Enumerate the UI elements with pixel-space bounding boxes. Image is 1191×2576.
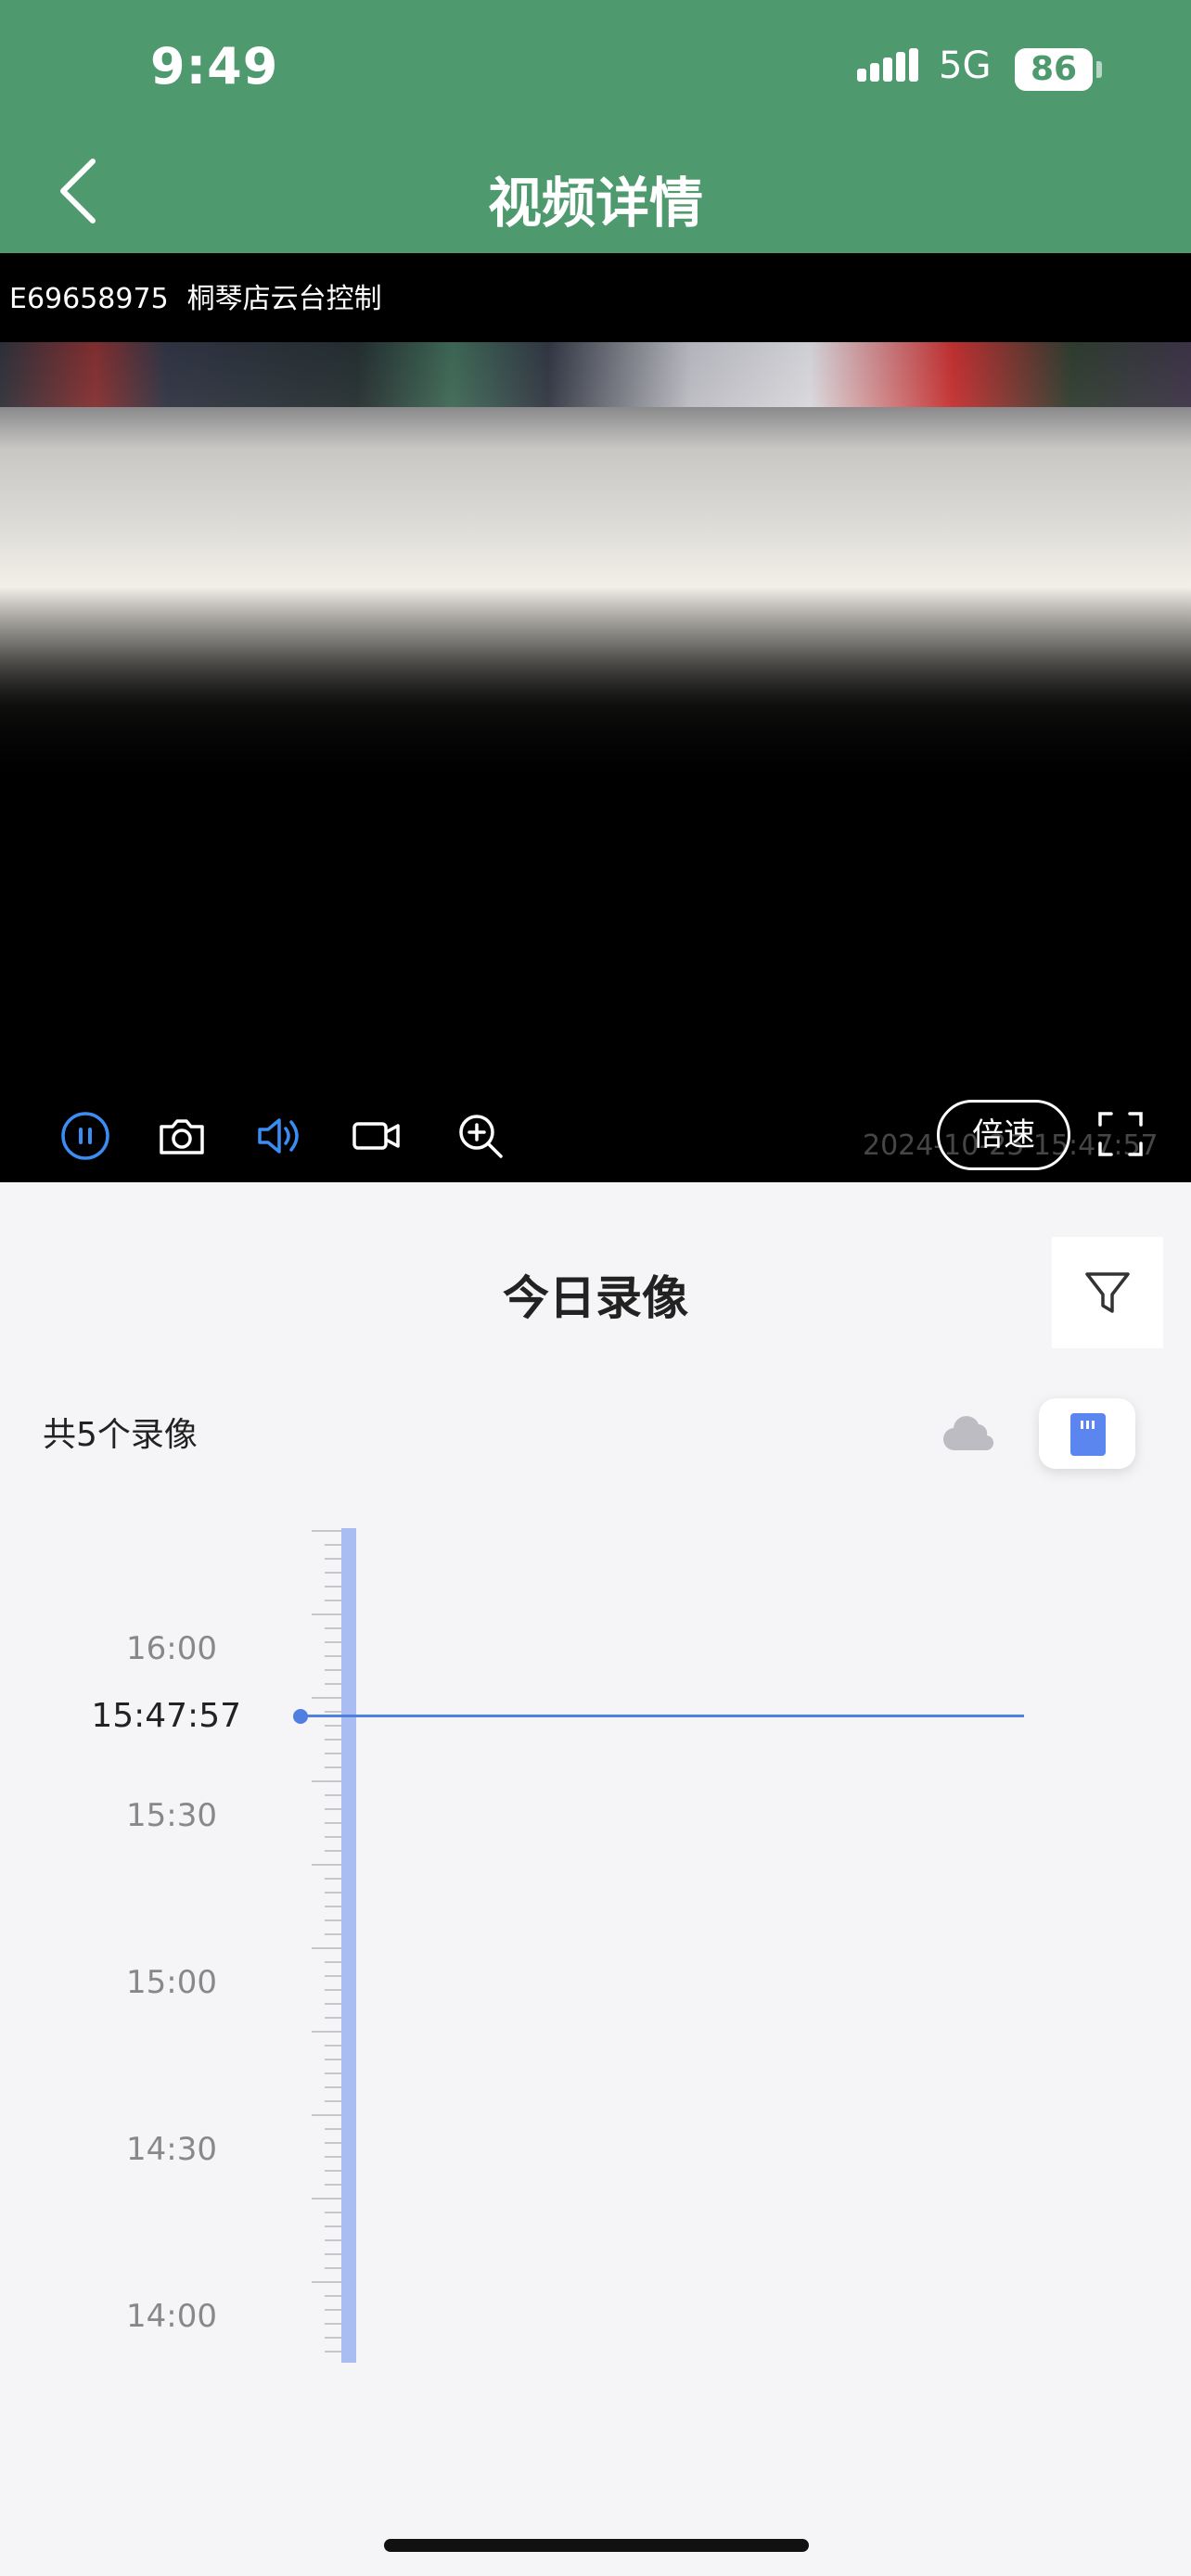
timeline-tick <box>325 1572 341 1574</box>
recording-count: 共5个录像 <box>43 1416 198 1454</box>
timeline-tick <box>325 2184 341 2186</box>
video-feed-background <box>0 342 1191 407</box>
timeline-tick <box>325 1627 341 1629</box>
timeline-tick <box>325 1725 341 1727</box>
timeline-tick <box>312 1780 341 1782</box>
timeline-tick <box>312 1697 341 1699</box>
record-video-icon[interactable] <box>349 1108 404 1164</box>
timeline-tick <box>325 2337 341 2339</box>
timeline-tick <box>325 1558 341 1560</box>
page-title: 视频详情 <box>487 172 703 235</box>
timeline-tick <box>325 2100 341 2102</box>
timeline-tick <box>325 2239 341 2241</box>
timeline-tick <box>325 1641 341 1643</box>
timeline-tick <box>325 1794 341 1796</box>
timeline-tick <box>312 1613 341 1615</box>
timeline-tick <box>325 1753 341 1754</box>
timeline-tick <box>325 2323 341 2325</box>
timeline-tick <box>325 1878 341 1880</box>
timeline-tick <box>325 2045 341 2047</box>
timeline-tick <box>325 1808 341 1810</box>
timeline-tick <box>325 2253 341 2255</box>
filter-button[interactable] <box>1052 1237 1163 1348</box>
timeline-tick <box>325 1989 341 1991</box>
timeline-tick <box>325 2295 341 2297</box>
timeline-tick <box>325 1544 341 1546</box>
timeline-tick <box>325 1850 341 1852</box>
timeline-tick <box>325 1906 341 1907</box>
timeline-label: 16:00 <box>126 1630 217 1667</box>
timeline-tick <box>325 1600 341 1601</box>
timeline-tick <box>325 2128 341 2130</box>
timeline[interactable]: 16:00 15:30 15:00 14:30 14:00 15:47:57 <box>0 1521 1191 2374</box>
zoom-in-icon[interactable] <box>453 1108 508 1164</box>
timeline-tick <box>325 1975 341 1977</box>
pause-icon[interactable] <box>58 1108 113 1164</box>
timeline-tick <box>325 2309 341 2311</box>
filter-icon <box>1085 1272 1130 1313</box>
timeline-tick <box>325 2156 341 2158</box>
device-id: E69658975 <box>9 283 169 315</box>
timeline-recording-bar <box>341 1528 356 2363</box>
timeline-tick <box>325 1892 341 1894</box>
timeline-tick <box>312 2198 341 2200</box>
timeline-tick <box>312 1530 341 1532</box>
timeline-cursor-dot[interactable] <box>293 1709 308 1724</box>
timeline-tick <box>325 1766 341 1768</box>
timeline-tick <box>325 1822 341 1824</box>
timeline-tick <box>312 1947 341 1949</box>
timeline-tick <box>325 2017 341 2019</box>
timeline-tick <box>325 2003 341 2005</box>
timeline-tick <box>325 1683 341 1685</box>
timeline-tick <box>325 2351 341 2353</box>
battery-tip <box>1096 61 1102 78</box>
timeline-label: 15:00 <box>126 1964 217 2001</box>
header: 9:49 5G 86 视频详情 <box>0 0 1191 253</box>
timeline-tick <box>325 1655 341 1657</box>
timeline-cursor-line[interactable] <box>306 1715 1024 1717</box>
timeline-tick <box>325 2170 341 2172</box>
status-time: 9:49 <box>150 37 279 96</box>
timeline-tick <box>325 2072 341 2074</box>
signal-icon <box>857 48 918 82</box>
sd-card-icon <box>1070 1413 1106 1456</box>
timeline-tick <box>325 1711 341 1713</box>
timeline-tick <box>312 1864 341 1866</box>
timeline-tick <box>325 2142 341 2144</box>
timeline-label: 14:00 <box>126 2298 217 2335</box>
timeline-tick <box>325 2086 341 2088</box>
fullscreen-icon[interactable] <box>1096 1110 1145 1158</box>
timeline-tick <box>325 1919 341 1921</box>
timeline-tick <box>325 2059 341 2060</box>
timeline-current-time: 15:47:57 <box>91 1697 241 1735</box>
timeline-label: 14:30 <box>126 2131 217 2168</box>
timeline-tick <box>325 2212 341 2213</box>
network-type: 5G <box>939 45 992 87</box>
timeline-tick <box>325 1836 341 1838</box>
timeline-tick <box>325 1586 341 1588</box>
timeline-tick <box>325 2267 341 2269</box>
timeline-tick <box>325 2225 341 2227</box>
cloud-icon[interactable] <box>942 1413 998 1452</box>
video-player[interactable]: E69658975 桐琴店云台控制 2024-10-25 15:47:57 倍速 <box>0 253 1191 1182</box>
video-feed <box>0 342 1191 787</box>
camera-icon[interactable] <box>154 1108 210 1164</box>
timeline-tick <box>312 2281 341 2283</box>
timeline-tick <box>312 2114 341 2116</box>
sd-card-button[interactable] <box>1039 1398 1135 1469</box>
timeline-tick <box>312 2031 341 2033</box>
home-indicator <box>384 2539 809 2552</box>
timeline-tick <box>325 1739 341 1741</box>
speed-button[interactable]: 倍速 <box>937 1100 1070 1170</box>
volume-icon[interactable] <box>250 1108 306 1164</box>
device-name: 桐琴店云台控制 <box>186 283 382 315</box>
recordings-title: 今日录像 <box>503 1271 688 1325</box>
timeline-tick <box>325 1961 341 1963</box>
timeline-label: 15:30 <box>126 1797 217 1834</box>
timeline-tick <box>325 1669 341 1671</box>
timeline-tick <box>325 1933 341 1935</box>
battery-icon: 86 <box>1015 48 1093 91</box>
camera-label: E69658975 桐琴店云台控制 <box>9 275 401 316</box>
